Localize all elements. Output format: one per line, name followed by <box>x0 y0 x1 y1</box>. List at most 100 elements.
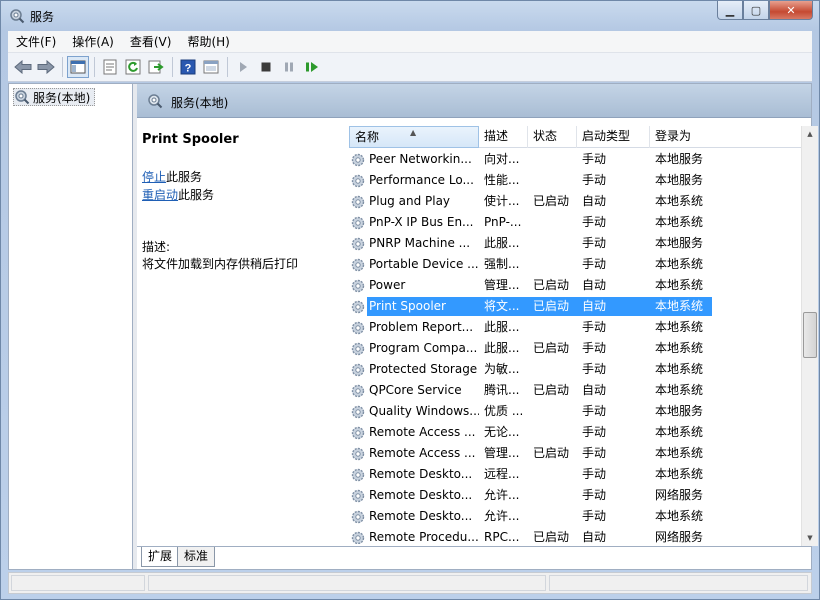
service-startup-type: 手动 <box>582 446 607 460</box>
export-list-button[interactable] <box>145 56 167 78</box>
status-cell <box>549 575 808 591</box>
service-status: 已启动 <box>528 297 577 316</box>
service-row[interactable]: Program Compa... 此服... 已启动 手动 本地系统 <box>349 338 797 359</box>
export-icon <box>148 60 164 74</box>
service-logon-as: 本地系统 <box>655 341 704 355</box>
service-status: 已启动 <box>533 530 570 544</box>
forward-button[interactable] <box>35 56 57 78</box>
show-console-tree-button[interactable] <box>67 56 89 78</box>
scroll-down-button[interactable]: ▼ <box>802 530 818 546</box>
service-row[interactable]: Remote Procedu... RPC... 已启动 自动 网络服务 <box>349 527 797 544</box>
service-name: Portable Device ... <box>369 257 479 271</box>
tree-item-services-local[interactable]: 服务(本地) <box>13 88 96 106</box>
properties-icon <box>103 59 117 75</box>
service-gear-icon <box>349 276 367 295</box>
service-gear-icon <box>349 444 367 463</box>
main-content: 服务(本地) 服务(本地) Print Spooler 停止此服务 重启动此服务… <box>8 83 818 570</box>
close-button[interactable]: ✕ <box>769 1 813 20</box>
service-row[interactable]: Print Spooler 将文... 已启动 自动 本地系统 <box>349 296 797 317</box>
service-description: 此服... <box>484 320 520 334</box>
menu-help[interactable]: 帮助(H) <box>179 31 237 53</box>
properties-button[interactable] <box>99 56 121 78</box>
service-startup-type: 手动 <box>582 173 607 187</box>
refresh-button[interactable] <box>122 56 144 78</box>
service-row[interactable]: Quality Windows... 优质 ... 手动 本地服务 <box>349 401 797 422</box>
service-name: Quality Windows... <box>369 404 479 418</box>
menu-bar: 文件(F) 操作(A) 查看(V) 帮助(H) <box>8 31 812 53</box>
column-header-startup-type[interactable]: 启动类型 <box>577 126 650 148</box>
restart-service-link[interactable]: 重启动 <box>142 188 178 202</box>
menu-file[interactable]: 文件(F) <box>8 31 64 53</box>
service-status <box>528 465 577 484</box>
service-row[interactable]: Problem Report... 此服... 手动 本地系统 <box>349 317 797 338</box>
scroll-up-button[interactable]: ▲ <box>802 126 818 142</box>
view-button[interactable] <box>200 56 222 78</box>
service-gear-icon <box>349 465 367 484</box>
service-startup-type: 手动 <box>582 404 607 418</box>
vertical-scrollbar[interactable]: ▲ ▼ <box>801 126 818 546</box>
window-controls: ▁ ▢ ✕ <box>717 1 813 21</box>
service-row[interactable]: Remote Access ... 无论... 手动 本地系统 <box>349 422 797 443</box>
service-gear-icon <box>349 528 367 544</box>
menu-view[interactable]: 查看(V) <box>122 31 180 53</box>
service-row[interactable]: PnP-X IP Bus En... PnP-... 手动 本地系统 <box>349 212 797 233</box>
service-startup-type: 手动 <box>582 488 607 502</box>
scrollbar-thumb[interactable] <box>803 312 817 358</box>
service-row[interactable]: Remote Deskto... 允许... 手动 本地系统 <box>349 506 797 527</box>
service-row[interactable]: Plug and Play 使计... 已启动 自动 本地系统 <box>349 191 797 212</box>
service-startup-type: 自动 <box>582 278 607 292</box>
service-name: Remote Access ... <box>369 446 476 460</box>
stop-service-link[interactable]: 停止 <box>142 170 166 184</box>
stop-service-icon <box>261 62 271 72</box>
stop-service-button[interactable] <box>255 56 277 78</box>
service-name: Remote Deskto... <box>369 488 473 502</box>
title-bar[interactable]: 服务 ▁ ▢ ✕ <box>1 1 819 31</box>
minimize-button[interactable]: ▁ <box>717 1 743 20</box>
service-row[interactable]: QPCore Service 腾讯... 已启动 自动 本地系统 <box>349 380 797 401</box>
service-gear-icon <box>349 486 367 505</box>
service-description: 允许... <box>484 509 520 523</box>
service-gear-icon <box>349 297 367 316</box>
pause-service-button[interactable] <box>278 56 300 78</box>
tab-extended[interactable]: 扩展 <box>141 547 180 567</box>
service-row[interactable]: Power 管理... 已启动 自动 本地系统 <box>349 275 797 296</box>
services-list: ▲ 名称 描述 状态 启动类型 登录为 Peer Networkin... 向对.… <box>345 118 818 546</box>
column-header-description[interactable]: 描述 <box>479 126 528 148</box>
service-name: Print Spooler <box>367 297 479 316</box>
service-description: 向对... <box>484 152 520 166</box>
back-button[interactable] <box>12 56 34 78</box>
service-row[interactable]: Peer Networkin... 向对... 手动 本地服务 <box>349 149 797 170</box>
column-header-label: 名称 <box>355 130 380 144</box>
column-header-name[interactable]: ▲ 名称 <box>349 126 479 148</box>
service-status <box>528 171 577 190</box>
refresh-icon <box>125 59 141 75</box>
service-logon-as: 网络服务 <box>655 488 704 502</box>
service-row[interactable]: PNRP Machine ... 此服... 手动 本地服务 <box>349 233 797 254</box>
service-gear-icon <box>349 171 367 190</box>
service-row[interactable]: Remote Access ... 管理... 已启动 手动 本地系统 <box>349 443 797 464</box>
console-tree: 服务(本地) <box>9 84 133 569</box>
start-service-button[interactable] <box>232 56 254 78</box>
maximize-button[interactable]: ▢ <box>743 1 769 20</box>
service-status <box>528 255 577 274</box>
service-gear-icon <box>349 360 367 379</box>
service-name: Remote Access ... <box>369 425 476 439</box>
service-details-pane: Print Spooler 停止此服务 重启动此服务 描述: 将文件加载到内存供… <box>137 118 345 546</box>
service-row[interactable]: Performance Lo... 性能... 手动 本地服务 <box>349 170 797 191</box>
restart-service-button[interactable] <box>301 56 323 78</box>
service-row[interactable]: Protected Storage 为敏... 手动 本地系统 <box>349 359 797 380</box>
service-row[interactable]: Remote Deskto... 远程... 手动 本地系统 <box>349 464 797 485</box>
menu-action[interactable]: 操作(A) <box>64 31 122 53</box>
service-row[interactable]: Remote Deskto... 允许... 手动 网络服务 <box>349 485 797 506</box>
service-startup-type: 手动 <box>582 152 607 166</box>
service-logon-as: 本地服务 <box>655 173 704 187</box>
column-header-logon-as[interactable]: 登录为 <box>650 126 803 148</box>
tab-standard[interactable]: 标准 <box>177 547 216 567</box>
service-name: PNRP Machine ... <box>369 236 471 250</box>
column-header-status[interactable]: 状态 <box>528 126 577 148</box>
service-row[interactable]: Portable Device ... 强制... 手动 本地系统 <box>349 254 797 275</box>
help-button[interactable]: ? <box>177 56 199 78</box>
service-gear-icon <box>349 402 367 421</box>
service-name: Problem Report... <box>369 320 474 334</box>
services-pane: 服务(本地) Print Spooler 停止此服务 重启动此服务 描述: 将文… <box>137 84 818 569</box>
